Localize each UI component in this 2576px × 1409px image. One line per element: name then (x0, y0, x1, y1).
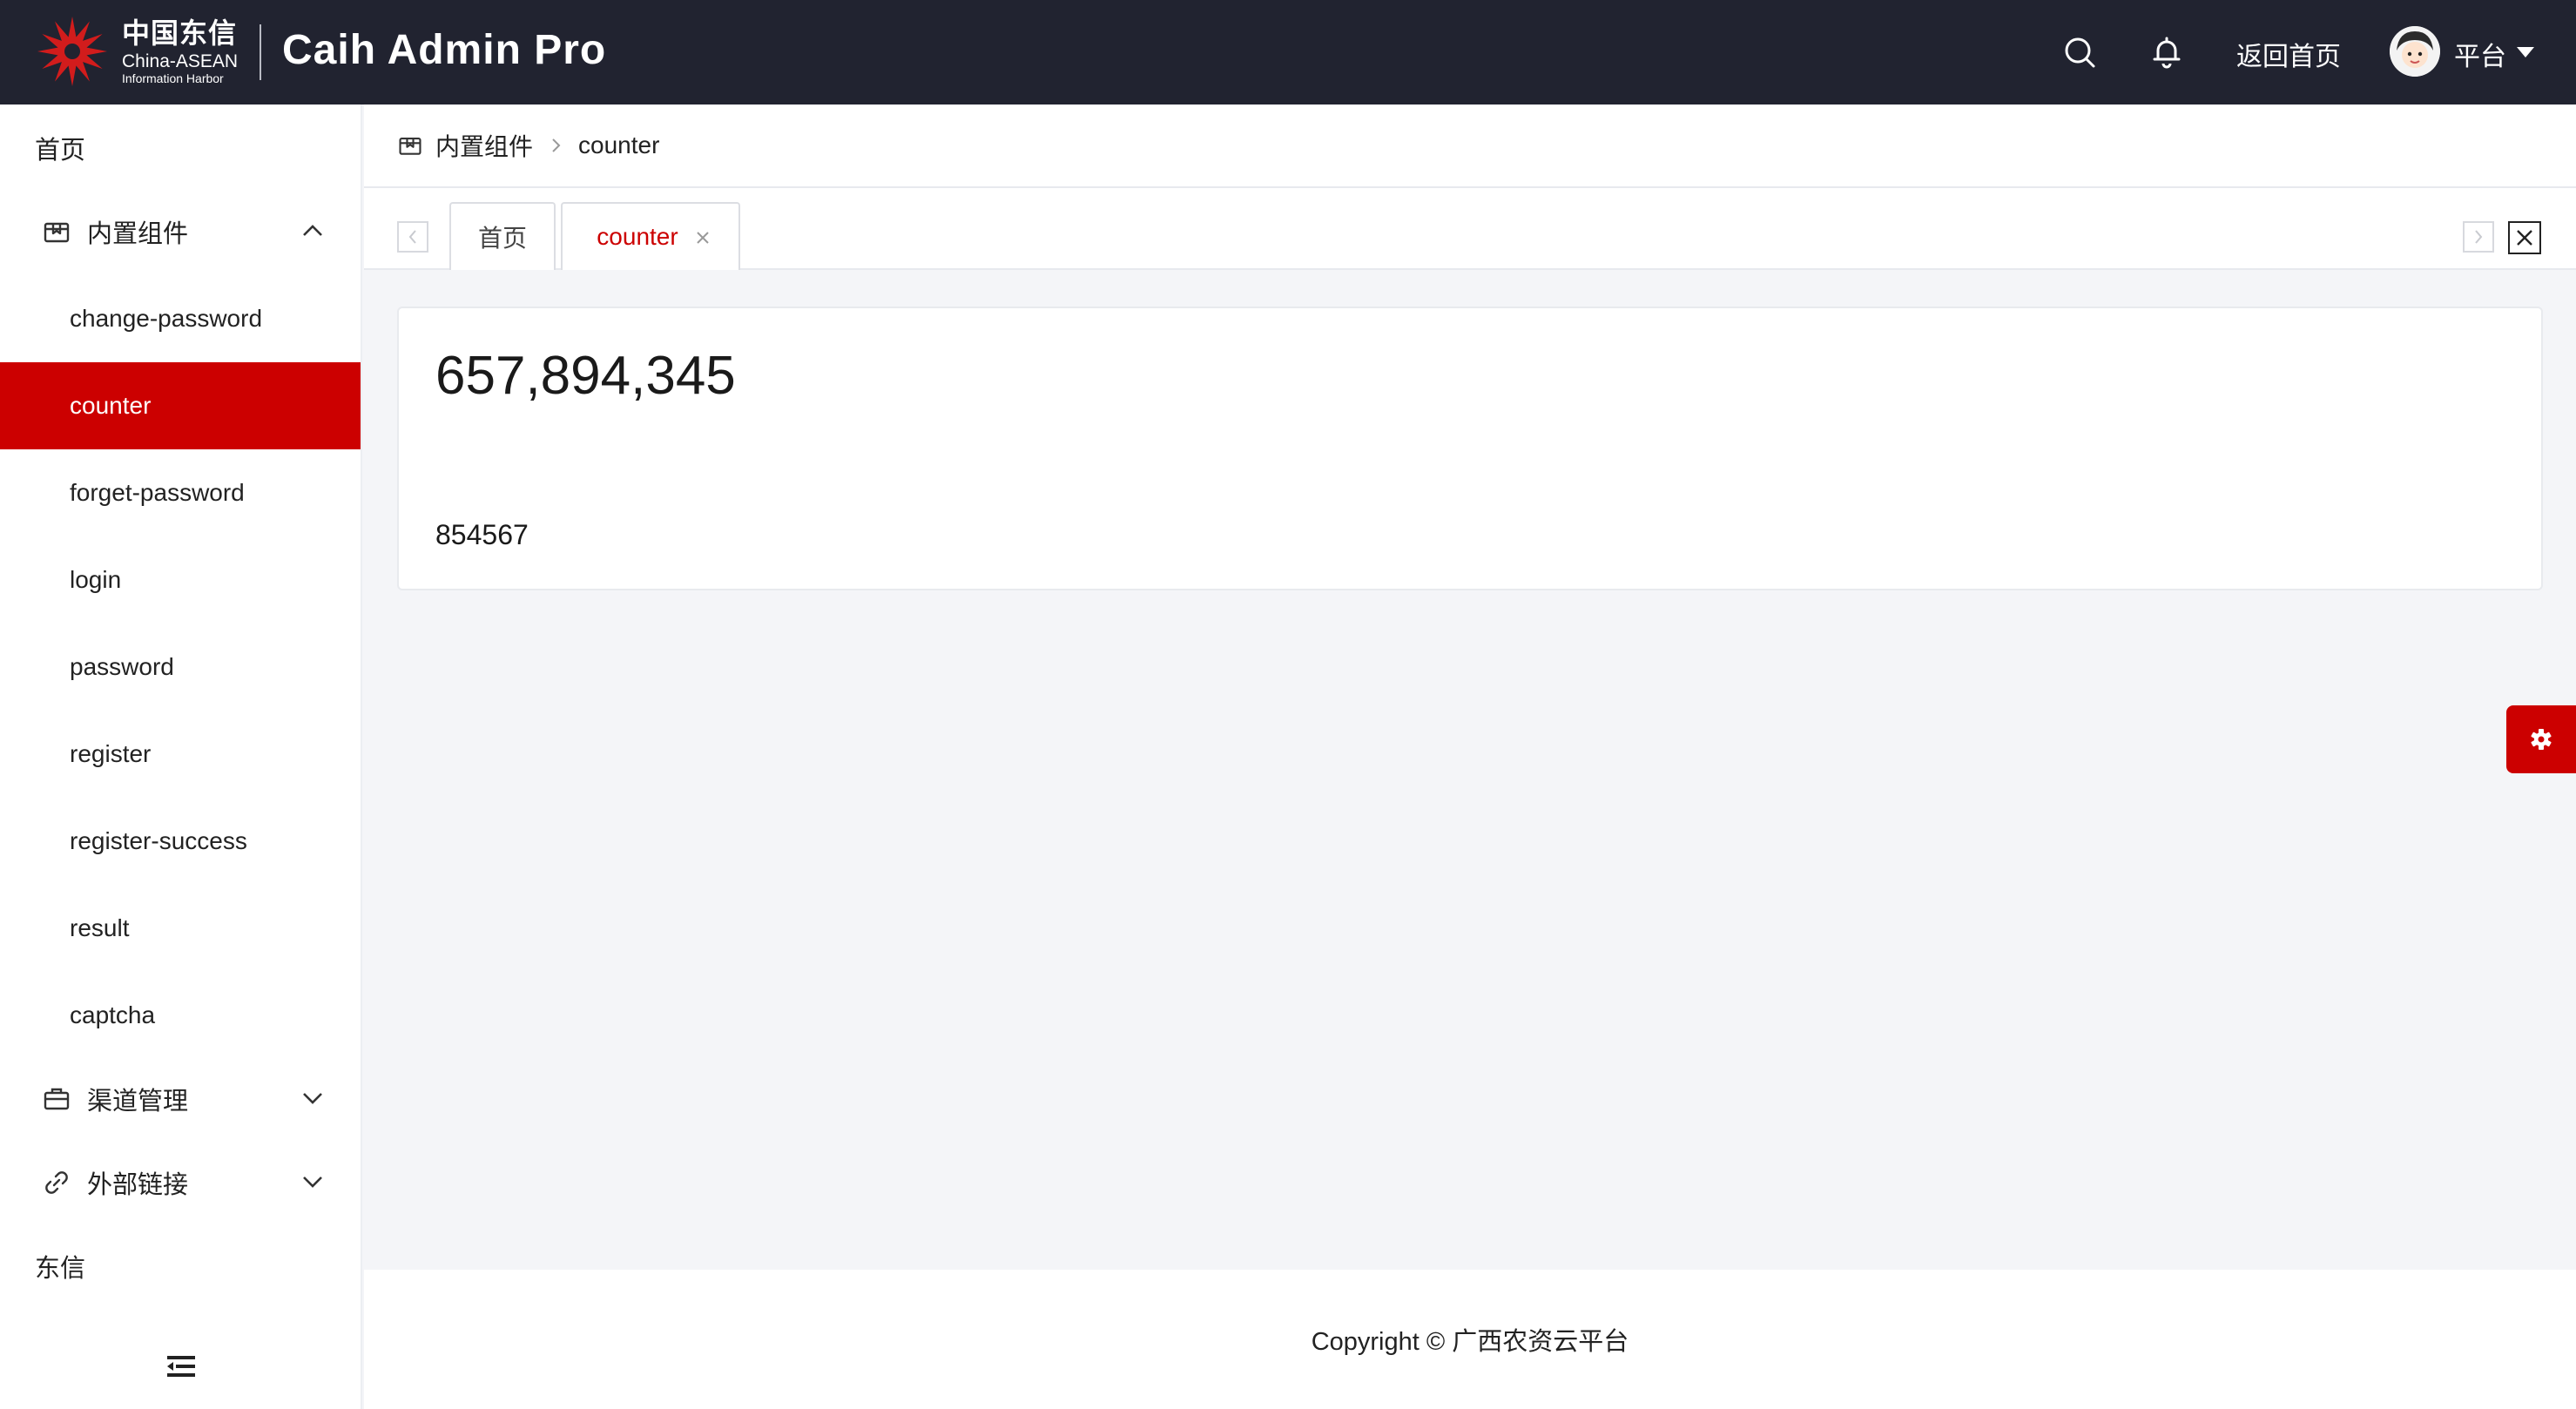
logo-divider (260, 24, 261, 80)
chevron-down-icon (303, 1093, 322, 1104)
sidebar-group-label: 外部链接 (87, 1171, 189, 1199)
tab-scroll-left-button[interactable] (397, 221, 428, 253)
menu-collapse-icon[interactable] (165, 1353, 197, 1379)
gear-icon (2531, 729, 2552, 750)
user-avatar[interactable] (2390, 26, 2440, 77)
tab-label: counter (597, 223, 678, 250)
sidebar-item-label: register-success (70, 827, 247, 854)
link-icon (45, 1171, 68, 1194)
sidebar-item-label: 东信 (35, 1255, 86, 1283)
caret-down-icon[interactable] (2515, 45, 2536, 59)
package-icon (44, 222, 70, 243)
tab-counter[interactable]: counter (561, 202, 740, 270)
tab-label: 首页 (477, 225, 527, 252)
chevron-right-icon (552, 138, 561, 152)
tab-bar: 首页 counter (364, 188, 2576, 270)
breadcrumb: 内置组件 counter (364, 104, 2576, 188)
sidebar-item-label: counter (70, 392, 152, 419)
sidebar-item-register[interactable]: register (0, 711, 361, 798)
close-icon[interactable] (695, 230, 711, 246)
sidebar-item-home[interactable]: 首页 (0, 104, 361, 192)
china-asean-logo-icon (37, 17, 107, 86)
settings-float-button[interactable] (2506, 705, 2576, 773)
top-header: 中国东信 China-ASEAN Information Harbor Caih… (0, 0, 2576, 104)
sidebar-item-label: result (70, 914, 130, 941)
breadcrumb-parent[interactable]: 内置组件 (435, 128, 533, 163)
sidebar-item-label: forget-password (70, 479, 245, 506)
sidebar-item-label: captcha (70, 1001, 156, 1028)
sidebar-item-captcha[interactable]: captcha (0, 972, 361, 1059)
sidebar-item-dongxin[interactable]: 东信 (0, 1223, 361, 1310)
close-all-tabs-button[interactable] (2508, 221, 2541, 254)
sidebar-item-register-success[interactable]: register-success (0, 798, 361, 885)
chevron-up-icon (303, 225, 322, 236)
sidebar-item-label: register (70, 740, 152, 767)
sidebar-item-forget-password[interactable]: forget-password (0, 449, 361, 536)
logo-cn: 中国东信 (122, 17, 238, 49)
copyright-text: Copyright © 广西农资云平台 (1311, 1328, 1629, 1356)
logo-en-line2: Information Harbor (122, 71, 224, 85)
breadcrumb-current: counter (578, 131, 660, 158)
sidebar-item-label: 首页 (35, 137, 86, 165)
sidebar-item-label: password (70, 653, 174, 680)
sidebar-group-channel[interactable]: 渠道管理 (0, 1055, 361, 1143)
chevron-left-icon (408, 230, 416, 244)
tab-home[interactable]: 首页 (449, 202, 556, 270)
user-name[interactable]: 平台 (2454, 35, 2506, 73)
search-icon[interactable] (2060, 33, 2099, 71)
logo-en-line1: China-ASEAN (122, 51, 239, 71)
package-icon (399, 138, 421, 155)
sidebar-group-label: 内置组件 (87, 220, 189, 248)
sidebar-item-label: change-password (70, 305, 263, 332)
logo-text: 中国东信 China-ASEAN Information Harbor (122, 19, 238, 84)
sidebar-group-label: 渠道管理 (87, 1088, 189, 1116)
sidebar-group-external[interactable]: 外部链接 (0, 1139, 361, 1226)
app-title: Caih Admin Pro (282, 27, 607, 73)
sidebar-item-password[interactable]: password (0, 624, 361, 711)
sidebar-item-counter[interactable]: counter (0, 362, 361, 449)
chevron-down-icon (303, 1176, 322, 1188)
briefcase-icon (44, 1088, 70, 1110)
avatar-face-icon (2390, 26, 2440, 77)
sidebar: 首页 内置组件 change-password counter forget-p… (0, 104, 362, 1409)
bell-icon[interactable] (2148, 33, 2186, 71)
close-icon (2517, 230, 2532, 246)
sidebar-item-change-password[interactable]: change-password (0, 275, 361, 362)
sidebar-item-label: login (70, 566, 122, 593)
sidebar-item-login[interactable]: login (0, 536, 361, 624)
secondary-value: 854567 (435, 519, 529, 550)
sidebar-group-builtin[interactable]: 内置组件 (0, 188, 361, 275)
chevron-right-icon (2475, 230, 2483, 244)
counter-card: 657,894,345 854567 (397, 307, 2543, 590)
tab-scroll-right-button[interactable] (2463, 221, 2494, 253)
sidebar-item-result[interactable]: result (0, 885, 361, 972)
return-home-link[interactable]: 返回首页 (2236, 35, 2341, 73)
footer: Copyright © 广西农资云平台 (364, 1270, 2576, 1409)
counter-value: 657,894,345 (435, 346, 736, 406)
